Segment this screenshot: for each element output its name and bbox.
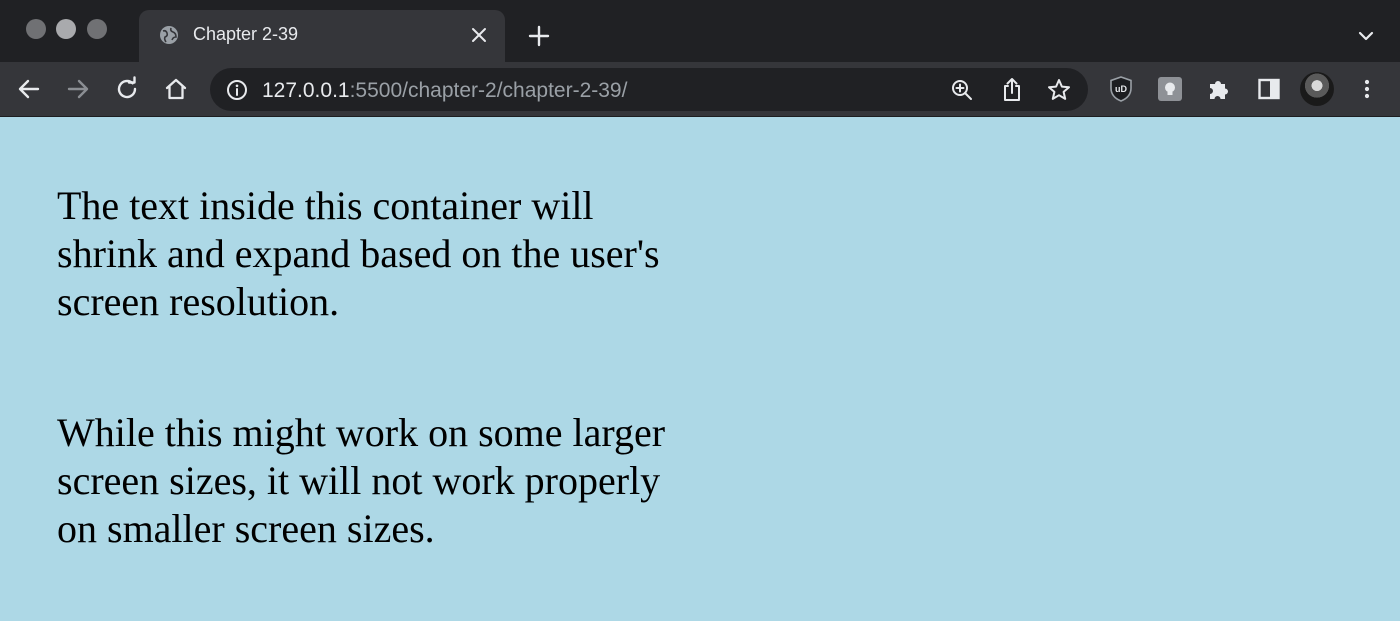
menu-button[interactable] xyxy=(1352,74,1382,104)
forward-arrow-icon xyxy=(67,79,89,99)
globe-icon xyxy=(160,26,178,44)
info-icon[interactable] xyxy=(226,79,248,101)
chevron-down-icon[interactable] xyxy=(1354,24,1378,48)
puzzle-icon xyxy=(1210,81,1228,99)
forward-button[interactable] xyxy=(63,74,93,104)
back-arrow-icon xyxy=(18,79,40,99)
paragraph-resize-text: The text inside this container will shri… xyxy=(57,183,660,324)
ublock-shield-icon: uD xyxy=(1110,76,1132,102)
profile-avatar[interactable] xyxy=(1300,72,1334,106)
share-icon[interactable] xyxy=(1000,77,1024,103)
address-bar[interactable]: 127.0.0.1:5500/chapter-2/chapter-2-39/ xyxy=(210,68,1088,111)
home-icon xyxy=(165,78,187,100)
new-tab-icon[interactable] xyxy=(525,22,553,50)
ublock-extension-button[interactable]: uD xyxy=(1106,74,1136,104)
browser-tab[interactable]: Chapter 2-39 xyxy=(139,10,505,62)
back-button[interactable] xyxy=(14,74,44,104)
tab-strip: Chapter 2-39 xyxy=(0,0,1400,62)
window-maximize-button[interactable] xyxy=(87,19,107,39)
paragraph-screen-size-note: While this might work on some larger scr… xyxy=(57,410,666,551)
ublock-label: uD xyxy=(1115,84,1127,94)
url-host: 127.0.0.1 xyxy=(262,79,350,102)
more-vert-icon xyxy=(1364,79,1370,99)
window-minimize-button[interactable] xyxy=(56,19,76,39)
zoom-icon[interactable] xyxy=(950,78,974,102)
url-text[interactable]: 127.0.0.1:5500/chapter-2/chapter-2-39/ xyxy=(262,79,627,103)
side-panel-icon xyxy=(1258,78,1280,100)
page-content: The text inside this container will shri… xyxy=(0,118,1400,621)
extension-button[interactable] xyxy=(1155,74,1185,104)
star-icon[interactable] xyxy=(1046,77,1072,103)
browser-toolbar: 127.0.0.1:5500/chapter-2/chapter-2-39/ u… xyxy=(0,62,1400,117)
extensions-button[interactable] xyxy=(1204,74,1234,104)
reload-icon xyxy=(117,76,137,99)
url-path: :5500/chapter-2/chapter-2-39/ xyxy=(349,79,628,102)
window-close-button[interactable] xyxy=(26,19,46,39)
reload-button[interactable] xyxy=(112,74,142,104)
lightbulb-extension-icon xyxy=(1158,77,1182,101)
side-panel-button[interactable] xyxy=(1254,74,1284,104)
home-button[interactable] xyxy=(161,74,191,104)
close-tab-icon[interactable] xyxy=(467,23,491,47)
tab-title: Chapter 2-39 xyxy=(193,24,299,44)
